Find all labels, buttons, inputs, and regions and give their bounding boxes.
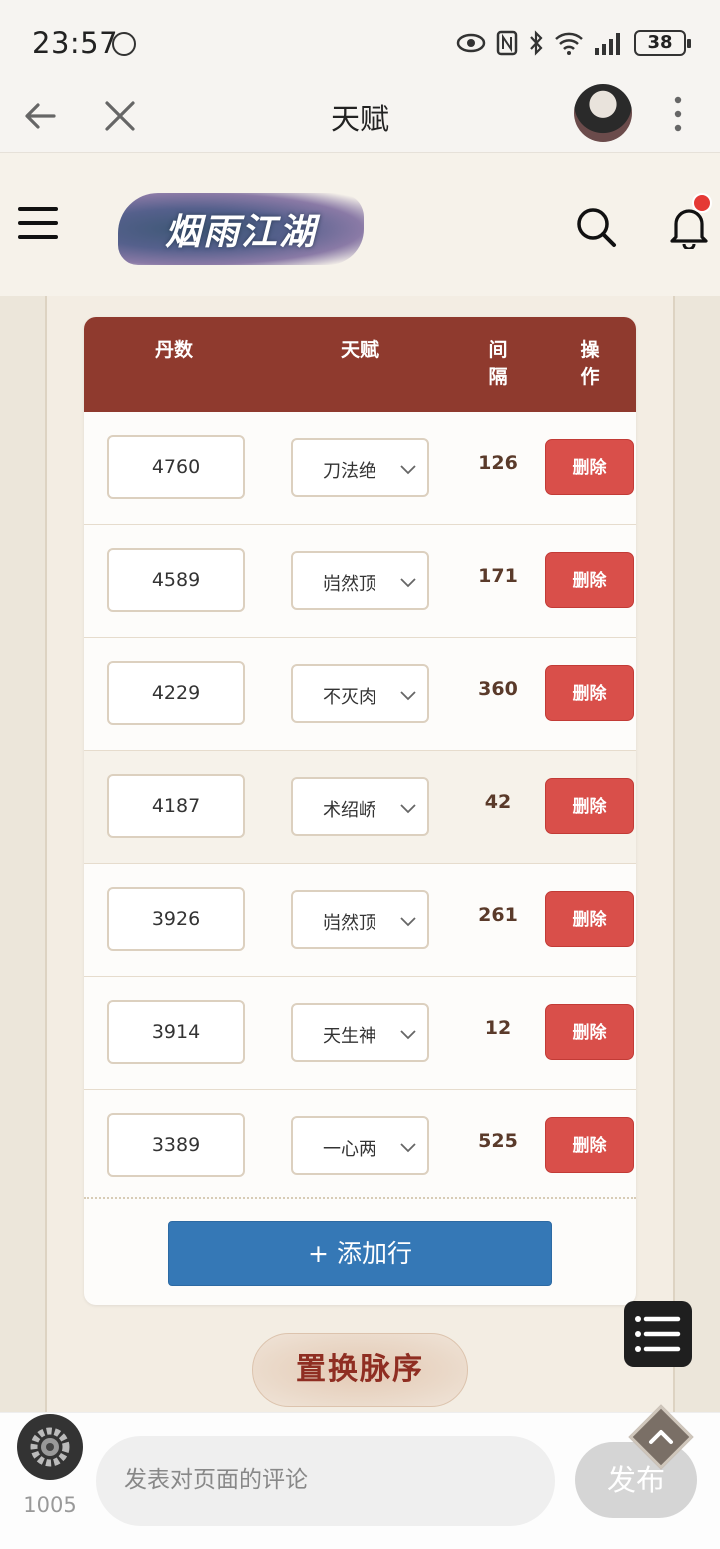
add-row-button[interactable]: + 添加行	[168, 1221, 552, 1286]
talent-select[interactable]: 不灭肉	[291, 664, 429, 723]
interval-value: 360	[478, 678, 518, 700]
talent-select-value: 岿然顶	[323, 574, 375, 595]
header-dan: 丹数	[154, 339, 193, 361]
interval-value: 42	[484, 791, 512, 813]
dan-input[interactable]: 3914	[107, 1000, 245, 1064]
interval-value: 12	[484, 1017, 512, 1039]
talent-select-value: 岿然顶	[323, 913, 375, 934]
more-options-icon[interactable]	[664, 94, 692, 134]
status-icons: 38	[456, 28, 691, 58]
table-row: 3389 一心两 525 删除	[84, 1090, 636, 1203]
nav-bar: 天赋	[0, 84, 720, 153]
table-row: 4589 岿然顶 171 删除	[84, 525, 636, 638]
interval-value: 171	[478, 565, 518, 587]
divider	[84, 1197, 636, 1199]
chevron-up-icon	[649, 1430, 673, 1444]
chevron-down-icon	[400, 578, 416, 588]
header-action: 操 作	[580, 339, 600, 388]
gear-icon	[30, 1427, 70, 1467]
nfc-icon	[496, 30, 518, 56]
chevron-down-icon	[400, 917, 416, 927]
chevron-down-icon	[400, 1030, 416, 1040]
site-header: 烟雨江湖	[0, 153, 720, 296]
interval-value: 126	[478, 452, 518, 474]
bluetooth-icon	[530, 30, 543, 56]
status-bar: 23:57 38	[0, 0, 720, 84]
chevron-down-icon	[400, 1143, 416, 1153]
logo-text: 烟雨江湖	[164, 211, 317, 253]
table-header: 丹数 天赋 间 隔 操 作	[84, 317, 636, 412]
replace-order-button[interactable]: 置换脉序	[252, 1333, 468, 1407]
chevron-down-icon	[400, 465, 416, 475]
talent-select-value: 不灭肉	[323, 687, 375, 708]
talent-select-value: 术绍峤	[323, 800, 375, 821]
chevron-down-icon	[400, 804, 416, 814]
interval-value: 525	[478, 1130, 518, 1152]
table-row: 3914 天生神 12 删除	[84, 977, 636, 1090]
user-avatar[interactable]	[17, 1414, 83, 1480]
talent-table: 丹数 天赋 间 隔 操 作 4760 刀法绝 126 删除 4589 岿然顶 1…	[84, 317, 636, 1305]
search-icon[interactable]	[574, 205, 618, 249]
dan-input[interactable]: 4589	[107, 548, 245, 612]
talent-select-value: 天生神	[323, 1026, 375, 1047]
talent-select[interactable]: 刀法绝	[291, 438, 429, 497]
delete-button[interactable]: 删除	[545, 439, 634, 495]
talent-select[interactable]: 一心两	[291, 1116, 429, 1175]
publish-button[interactable]: 发布	[575, 1442, 697, 1518]
header-talent: 天赋	[340, 339, 379, 361]
avatar[interactable]	[574, 84, 632, 142]
dan-input[interactable]: 4760	[107, 435, 245, 499]
talent-select-value: 一心两	[323, 1139, 375, 1160]
comment-count: 1005	[23, 1493, 77, 1517]
talent-select[interactable]: 岿然顶	[291, 890, 429, 949]
chevron-down-icon	[400, 691, 416, 701]
status-time: 23:57	[32, 26, 119, 60]
interval-value: 261	[478, 904, 518, 926]
battery-indicator: 38	[634, 30, 691, 56]
header-interval: 间 隔	[488, 339, 508, 388]
talent-select[interactable]: 天生神	[291, 1003, 429, 1062]
list-icon	[635, 1316, 681, 1352]
wifi-icon	[555, 32, 583, 55]
menu-icon[interactable]	[18, 205, 58, 241]
dan-input[interactable]: 4187	[107, 774, 245, 838]
talent-select[interactable]: 岿然顶	[291, 551, 429, 610]
signal-icon	[595, 33, 620, 55]
table-of-contents-button[interactable]	[624, 1301, 692, 1367]
sync-icon	[112, 32, 136, 56]
table-row: 3926 岿然顶 261 删除	[84, 864, 636, 977]
delete-button[interactable]: 删除	[545, 891, 634, 947]
delete-button[interactable]: 删除	[545, 778, 634, 834]
table-row: 4187 术绍峤 42 删除	[84, 751, 636, 864]
delete-button[interactable]: 删除	[545, 1117, 634, 1173]
delete-button[interactable]: 删除	[545, 552, 634, 608]
dan-input[interactable]: 4229	[107, 661, 245, 725]
talent-select-value: 刀法绝	[323, 461, 375, 482]
talent-select[interactable]: 术绍峤	[291, 777, 429, 836]
delete-button[interactable]: 删除	[545, 1004, 634, 1060]
dan-input[interactable]: 3389	[107, 1113, 245, 1177]
eye-icon	[456, 33, 486, 53]
delete-button[interactable]: 删除	[545, 665, 634, 721]
dan-input[interactable]: 3926	[107, 887, 245, 951]
notification-badge	[692, 193, 712, 213]
site-logo[interactable]: 烟雨江湖	[118, 193, 364, 265]
table-row: 4229 不灭肉 360 删除	[84, 638, 636, 751]
table-row: 4760 刀法绝 126 删除	[84, 412, 636, 525]
comment-input[interactable]: 发表对页面的评论	[96, 1436, 555, 1526]
